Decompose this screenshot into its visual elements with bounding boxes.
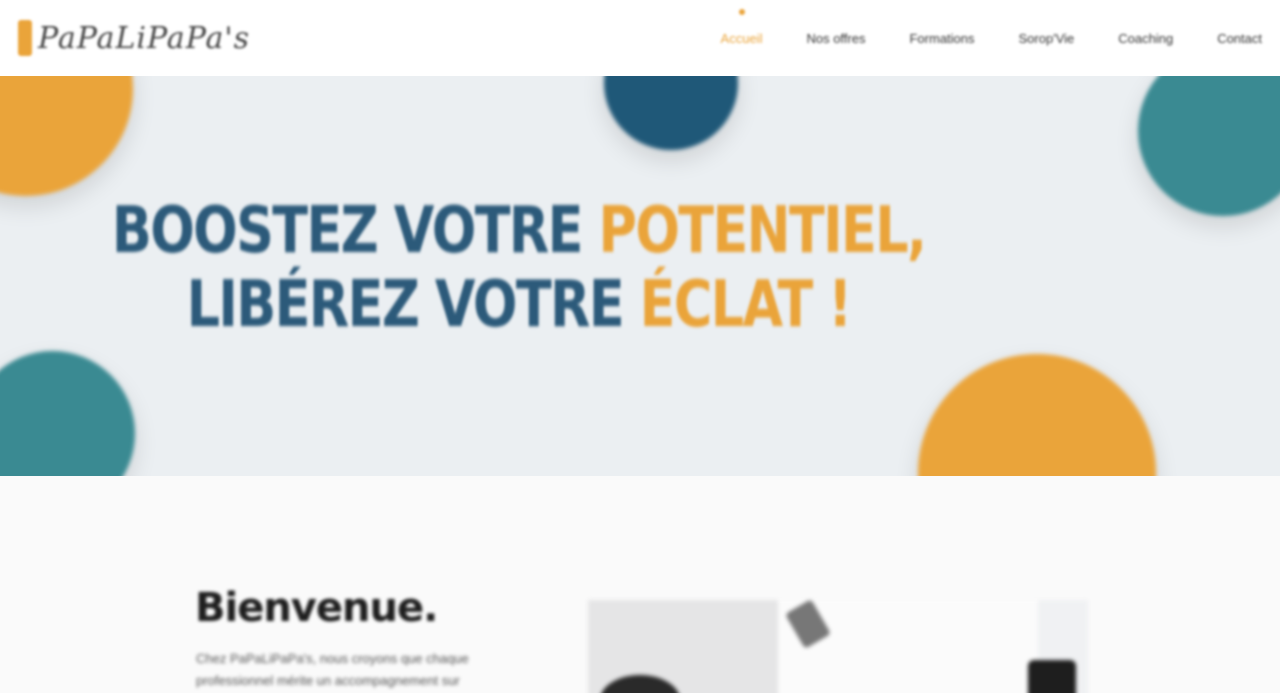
- site-logo[interactable]: PaPaLiPaPa's: [18, 14, 250, 62]
- hero-banner: BOOSTEZ VOTRE POTENTIEL, LIBÉREZ VOTRE É…: [0, 76, 1280, 476]
- page: PaPaLiPaPa's Accueil Nos offres Formatio…: [0, 0, 1280, 693]
- nav-item-coaching[interactable]: Coaching: [1118, 31, 1173, 46]
- decorative-circle-orange: [918, 354, 1156, 476]
- site-header: PaPaLiPaPa's Accueil Nos offres Formatio…: [0, 0, 1280, 76]
- hero-title-line2-part1: LIBÉREZ VOTRE: [186, 268, 640, 342]
- nav-item-nos-offres[interactable]: Nos offres: [806, 31, 865, 46]
- nav-item-soropvie[interactable]: Sorop'Vie: [1019, 31, 1075, 46]
- decorative-circle-blue: [604, 76, 738, 150]
- decorative-circle-orange: [0, 76, 133, 196]
- welcome-text: Chez PaPaLiPaPa's, nous croyons que chaq…: [196, 651, 469, 688]
- nav-item-label: Contact: [1217, 30, 1262, 46]
- main-nav: Accueil Nos offres Formations Sorop'Vie …: [721, 0, 1262, 76]
- nav-item-formations[interactable]: Formations: [909, 31, 974, 46]
- active-indicator-icon: [738, 8, 745, 15]
- logo-text: PaPaLiPaPa's: [38, 20, 251, 56]
- nav-item-accueil[interactable]: Accueil: [720, 8, 763, 46]
- hero-title-line2-highlight: ÉCLAT !: [639, 268, 853, 342]
- nav-item-contact[interactable]: Contact: [1217, 31, 1262, 46]
- welcome-photo: [588, 600, 1088, 693]
- nav-item-label: Accueil: [720, 30, 763, 46]
- nav-item-label: Sorop'Vie: [1018, 30, 1075, 46]
- logo-mark-icon: [18, 20, 32, 56]
- decorative-circle-teal: [1138, 76, 1280, 216]
- nav-item-label: Coaching: [1118, 30, 1174, 46]
- hero-title-line1-highlight: POTENTIEL,: [598, 194, 926, 268]
- nav-item-label: Formations: [909, 30, 975, 46]
- welcome-title: Bienvenue.: [195, 585, 438, 631]
- photo-object: [1028, 660, 1076, 693]
- hero-title-line1-part1: BOOSTEZ VOTRE: [111, 194, 599, 268]
- decorative-circle-teal: [0, 351, 135, 476]
- hero-title: BOOSTEZ VOTRE POTENTIEL, LIBÉREZ VOTRE É…: [92, 194, 945, 342]
- nav-item-label: Nos offres: [806, 30, 866, 46]
